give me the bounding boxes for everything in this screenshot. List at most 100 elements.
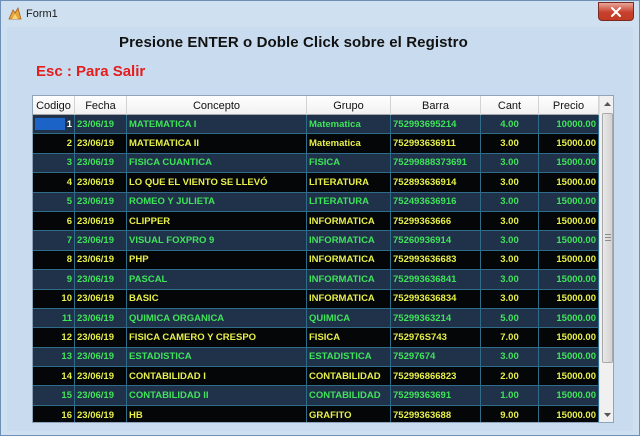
- table-row[interactable]: 1 23/06/19 MATEMATICA I Matematica 75299…: [33, 115, 599, 135]
- cell-concepto[interactable]: MATEMATICA II: [127, 134, 307, 154]
- cell-codigo[interactable]: 10: [33, 289, 75, 309]
- cell-codigo[interactable]: 13: [33, 347, 75, 368]
- table-row[interactable]: 4 23/06/19 LO QUE EL VIENTO SE LLEVÓ LIT…: [33, 173, 599, 193]
- cell-precio[interactable]: 15000.00: [539, 231, 599, 251]
- table-row[interactable]: 6 23/06/19 CLIPPER INFORMATICA 752993636…: [33, 211, 599, 232]
- cell-precio[interactable]: 15000.00: [539, 405, 599, 422]
- table-row[interactable]: 11 23/06/19 QUIMICA ORGANICA QUIMICA 752…: [33, 308, 599, 329]
- cell-grupo[interactable]: GRAFITO: [307, 405, 391, 422]
- cell-precio[interactable]: 15000.00: [539, 134, 599, 154]
- cell-grupo[interactable]: ESTADISTICA: [307, 347, 391, 368]
- cell-concepto[interactable]: ESTADISTICA: [127, 347, 307, 368]
- table-row[interactable]: 10 23/06/19 BASIC INFORMATICA 7529936368…: [33, 289, 599, 309]
- cell-cant[interactable]: 3.00: [481, 250, 539, 271]
- table-row[interactable]: 8 23/06/19 PHP INFORMATICA 752993636683 …: [33, 250, 599, 271]
- scroll-up-button[interactable]: [600, 96, 613, 111]
- cell-cant[interactable]: 5.00: [481, 308, 539, 329]
- cell-cant[interactable]: 7.00: [481, 328, 539, 348]
- table-row[interactable]: 15 23/06/19 CONTABILIDAD II CONTABILIDAD…: [33, 386, 599, 406]
- table-row[interactable]: 2 23/06/19 MATEMATICA II Matematica 7529…: [33, 134, 599, 154]
- column-header-grupo[interactable]: Grupo: [307, 96, 391, 115]
- cell-concepto[interactable]: FISICA CUANTICA: [127, 153, 307, 174]
- scroll-thumb[interactable]: [602, 113, 613, 363]
- cell-cant[interactable]: 9.00: [481, 405, 539, 422]
- cell-fecha[interactable]: 23/06/19: [75, 289, 127, 309]
- cell-concepto[interactable]: QUIMICA ORGANICA: [127, 308, 307, 329]
- cell-barra[interactable]: 752993636911: [391, 134, 481, 154]
- cell-codigo[interactable]: 12: [33, 328, 75, 348]
- cell-precio[interactable]: 15000.00: [539, 153, 599, 174]
- title-bar[interactable]: Form1: [1, 1, 639, 27]
- cell-fecha[interactable]: 23/06/19: [75, 173, 127, 193]
- cell-cant[interactable]: 3.00: [481, 270, 539, 290]
- cell-barra[interactable]: 752993636834: [391, 289, 481, 309]
- table-row[interactable]: 7 23/06/19 VISUAL FOXPRO 9 INFORMATICA 7…: [33, 231, 599, 251]
- cell-cant[interactable]: 3.00: [481, 153, 539, 174]
- table-row[interactable]: 12 23/06/19 FISICA CAMERO Y CRESPO FISIC…: [33, 328, 599, 348]
- cell-codigo[interactable]: 11: [33, 308, 75, 329]
- cell-grupo[interactable]: INFORMATICA: [307, 211, 391, 232]
- cell-cant[interactable]: 4.00: [481, 115, 539, 135]
- cell-precio[interactable]: 15000.00: [539, 289, 599, 309]
- column-header-codigo[interactable]: Codigo: [33, 96, 75, 115]
- cell-fecha[interactable]: 23/06/19: [75, 367, 127, 387]
- cell-grupo[interactable]: INFORMATICA: [307, 250, 391, 271]
- cell-precio[interactable]: 15000.00: [539, 250, 599, 271]
- cell-barra[interactable]: 75297674: [391, 347, 481, 368]
- cell-codigo[interactable]: 6: [33, 211, 75, 232]
- cell-cant[interactable]: 3.00: [481, 347, 539, 368]
- cell-barra[interactable]: 75299363666: [391, 211, 481, 232]
- cell-fecha[interactable]: 23/06/19: [75, 211, 127, 232]
- vertical-scrollbar[interactable]: [599, 96, 613, 422]
- cell-codigo[interactable]: 3: [33, 153, 75, 174]
- cell-fecha[interactable]: 23/06/19: [75, 347, 127, 368]
- cell-fecha[interactable]: 23/06/19: [75, 153, 127, 174]
- table-row[interactable]: 13 23/06/19 ESTADISTICA ESTADISTICA 7529…: [33, 347, 599, 368]
- cell-concepto[interactable]: VISUAL FOXPRO 9: [127, 231, 307, 251]
- cell-grupo[interactable]: FISICA: [307, 328, 391, 348]
- cell-concepto[interactable]: LO QUE EL VIENTO SE LLEVÓ: [127, 173, 307, 193]
- records-grid[interactable]: Codigo Fecha Concepto Grupo Barra Cant P…: [32, 95, 614, 423]
- cell-concepto[interactable]: CONTABILIDAD II: [127, 386, 307, 406]
- cell-precio[interactable]: 15000.00: [539, 308, 599, 329]
- cell-concepto[interactable]: ROMEO Y JULIETA: [127, 192, 307, 212]
- column-header-concepto[interactable]: Concepto: [127, 96, 307, 115]
- cell-grupo[interactable]: CONTABILIDAD: [307, 386, 391, 406]
- cell-fecha[interactable]: 23/06/19: [75, 231, 127, 251]
- cell-barra[interactable]: 752493636916: [391, 192, 481, 212]
- cell-concepto[interactable]: PHP: [127, 250, 307, 271]
- cell-barra[interactable]: 752993695214: [391, 115, 481, 135]
- cell-concepto[interactable]: MATEMATICA I: [127, 115, 307, 135]
- close-button[interactable]: [598, 2, 634, 21]
- cell-codigo[interactable]: 2: [33, 134, 75, 154]
- cell-codigo[interactable]: 9: [33, 270, 75, 290]
- table-row[interactable]: 5 23/06/19 ROMEO Y JULIETA LITERATURA 75…: [33, 192, 599, 212]
- cell-fecha[interactable]: 23/06/19: [75, 250, 127, 271]
- cell-grupo[interactable]: LITERATURA: [307, 173, 391, 193]
- cell-codigo[interactable]: 16: [33, 405, 75, 422]
- cell-codigo[interactable]: 4: [33, 173, 75, 193]
- cell-grupo[interactable]: Matematica: [307, 115, 391, 135]
- cell-codigo[interactable]: 14: [33, 367, 75, 387]
- cell-grupo[interactable]: CONTABILIDAD: [307, 367, 391, 387]
- cell-codigo[interactable]: 8: [33, 250, 75, 271]
- cell-fecha[interactable]: 23/06/19: [75, 115, 127, 135]
- cell-precio[interactable]: 15000.00: [539, 328, 599, 348]
- cell-precio[interactable]: 15000.00: [539, 270, 599, 290]
- cell-concepto[interactable]: CONTABILIDAD I: [127, 367, 307, 387]
- cell-cant[interactable]: 3.00: [481, 231, 539, 251]
- table-row[interactable]: 16 23/06/19 HB GRAFITO 75299363688 9.00 …: [33, 405, 599, 422]
- cell-fecha[interactable]: 23/06/19: [75, 328, 127, 348]
- cell-codigo[interactable]: 15: [33, 386, 75, 406]
- cell-concepto[interactable]: HB: [127, 405, 307, 422]
- cell-grupo[interactable]: INFORMATICA: [307, 270, 391, 290]
- column-header-cant[interactable]: Cant: [481, 96, 539, 115]
- cell-codigo[interactable]: 7: [33, 231, 75, 251]
- cell-cant[interactable]: 1.00: [481, 386, 539, 406]
- column-header-precio[interactable]: Precio: [539, 96, 599, 115]
- cell-cant[interactable]: 3.00: [481, 173, 539, 193]
- cell-cant[interactable]: 3.00: [481, 211, 539, 232]
- cell-barra[interactable]: 75299363214: [391, 308, 481, 329]
- cell-barra[interactable]: 75299363688: [391, 405, 481, 422]
- cell-concepto[interactable]: BASIC: [127, 289, 307, 309]
